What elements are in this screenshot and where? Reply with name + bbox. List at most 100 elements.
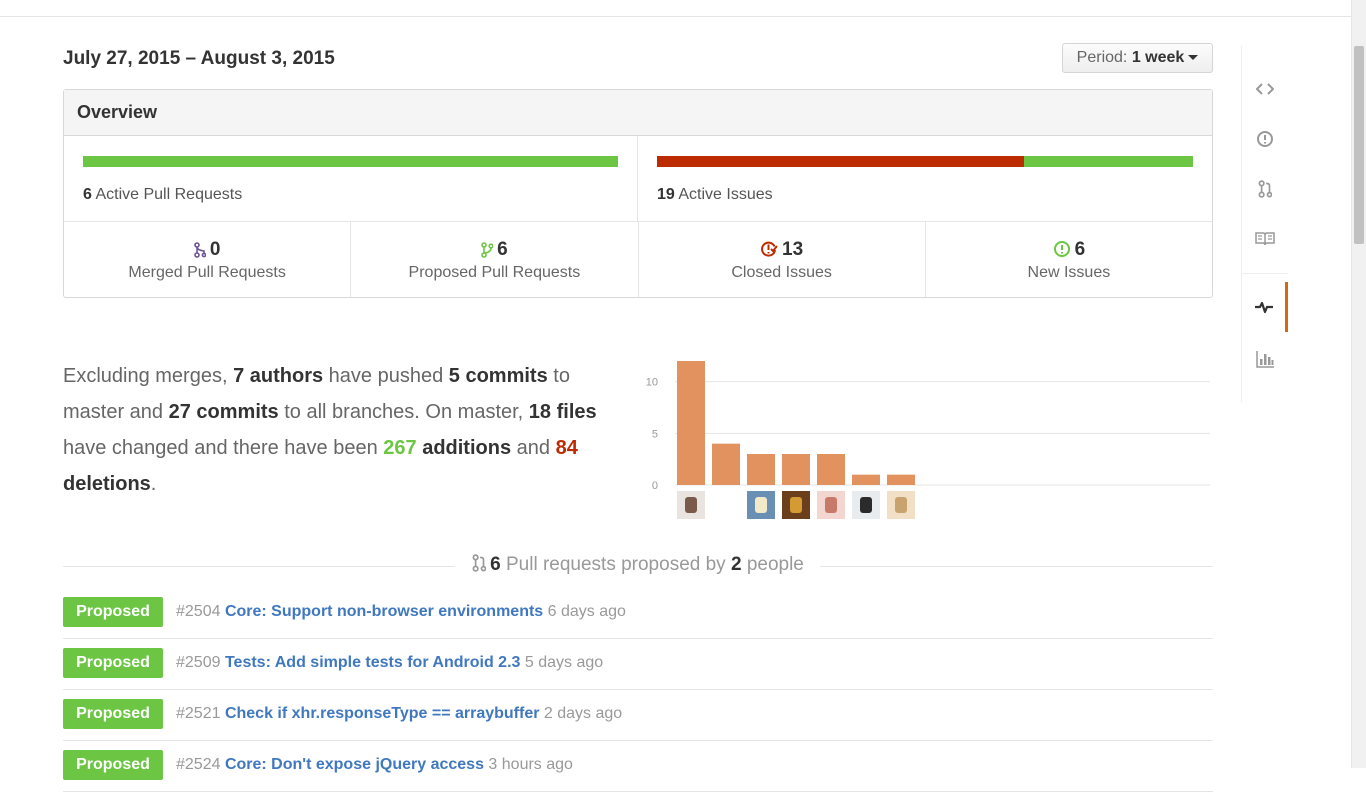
- period-dropdown-button[interactable]: Period: 1 week: [1062, 43, 1213, 73]
- merged-pull-requests-count: 0: [209, 239, 221, 260]
- pull-request-title-link[interactable]: Tests: Add simple tests for Android 2.3: [225, 654, 520, 671]
- new-issues-bar-segment: [1023, 156, 1193, 167]
- pull-request-list: Proposed #2504 Core: Support non-browser…: [63, 588, 1213, 792]
- pull-requests-summary-text: 6 Pull requests proposed by 2 people: [63, 554, 1213, 576]
- author-avatar: [712, 491, 740, 519]
- chart-bar: [817, 454, 845, 485]
- nav-divider: [1242, 273, 1288, 274]
- chart-bar: [712, 443, 740, 485]
- pull-request-time: 2 days ago: [543, 705, 623, 722]
- pull-request-title-link[interactable]: Core: Don't expose jQuery access: [225, 756, 484, 773]
- proposed-pull-requests-count: 6: [497, 239, 508, 260]
- chart-y-tick-label: 5: [652, 428, 658, 440]
- pull-request-time: 5 days ago: [524, 654, 604, 671]
- issue-closed-icon: [761, 241, 778, 257]
- chart-svg: 0 5 10: [646, 361, 1210, 519]
- pull-requests-count: 6: [490, 554, 501, 575]
- pull-requests-summary-label: Pull requests proposed by: [505, 554, 726, 575]
- additions-label: additions: [416, 437, 512, 459]
- new-issues-label: New Issues: [1027, 264, 1111, 281]
- issue-opened-icon: [1257, 131, 1273, 147]
- top-header-bar: [0, 0, 1351, 17]
- period-value: 1 week: [1131, 49, 1185, 66]
- pull-request-title-link[interactable]: Check if xhr.responseType == arraybuffer: [225, 705, 540, 722]
- author-avatar-detail: [895, 497, 907, 513]
- nav-pulse[interactable]: [1242, 282, 1288, 332]
- issues-bar: [657, 156, 1193, 167]
- scrollbar-thumb[interactable]: [1354, 46, 1364, 244]
- pull-request-time: 3 hours ago: [488, 756, 573, 773]
- commits-by-author-chart: 0 5 10: [640, 355, 1215, 525]
- nav-code[interactable]: [1242, 64, 1288, 114]
- closed-issues-count: 13: [782, 239, 804, 260]
- pull-request-row: Proposed #2524 Core: Don't expose jQuery…: [63, 741, 1213, 792]
- summary-text: and: [511, 437, 556, 459]
- authors-count: 7 authors: [233, 365, 324, 387]
- caret-down-icon: [1188, 55, 1199, 61]
- active-pull-requests-count: 6: [83, 186, 92, 203]
- new-issues-stat[interactable]: 6 New Issues: [926, 222, 1212, 297]
- nav-pull-requests[interactable]: [1242, 164, 1288, 214]
- pull-request-time: 6 days ago: [547, 603, 626, 620]
- active-pull-requests-text: Active Pull Requests: [95, 186, 243, 203]
- pull-request-number: #2504: [176, 603, 221, 620]
- scrollbar[interactable]: [1351, 0, 1366, 768]
- pull-request-title-link[interactable]: Core: Support non-browser environments: [225, 603, 543, 620]
- summary-text: have pushed: [323, 365, 449, 387]
- chart-bar: [887, 474, 915, 485]
- chart-bar: [677, 361, 705, 485]
- git-pull-request-icon: [1258, 180, 1272, 198]
- proposed-pull-requests-stat[interactable]: 6 Proposed Pull Requests: [351, 222, 639, 297]
- merged-pull-requests-label: Merged Pull Requests: [128, 264, 286, 281]
- active-issues-label: 19 Active Issues: [657, 186, 773, 204]
- closed-issues-bar-segment: [657, 156, 1024, 167]
- nav-wiki[interactable]: [1242, 214, 1288, 264]
- active-issues-count: 19: [657, 186, 675, 203]
- proposed-pull-requests-label: Proposed Pull Requests: [408, 264, 581, 281]
- summary-text: to all branches. On master,: [278, 401, 529, 423]
- active-issues-summary[interactable]: 19 Active Issues: [638, 136, 1212, 222]
- author-avatar-detail: [860, 497, 872, 513]
- date-range-heading: July 27, 2015 – August 3, 2015: [63, 48, 335, 69]
- pull-request-row: Proposed #2509 Tests: Add simple tests f…: [63, 639, 1213, 690]
- chart-y-tick-label: 0: [652, 480, 658, 492]
- pull-requests-bar: [83, 156, 618, 167]
- git-merge-icon: [194, 242, 207, 258]
- git-pull-request-icon: [472, 554, 487, 572]
- issue-opened-icon: [1053, 241, 1070, 257]
- commit-summary: Excluding merges, 7 authors have pushed …: [63, 358, 623, 502]
- pull-request-row: Proposed #2521 Check if xhr.responseType…: [63, 690, 1213, 741]
- git-pull-request-icon: [481, 242, 494, 258]
- active-issues-text: Active Issues: [678, 186, 773, 203]
- active-pull-requests-summary[interactable]: 6 Active Pull Requests: [64, 136, 638, 222]
- proposed-prs-bar-segment: [83, 156, 618, 167]
- repository-sidebar-nav: [1241, 46, 1288, 402]
- chart-bar: [852, 474, 880, 485]
- author-avatar-detail: [685, 497, 697, 513]
- active-pull-requests-label: 6 Active Pull Requests: [83, 186, 242, 204]
- new-issues-count: 6: [1074, 239, 1086, 260]
- merged-pull-requests-stat[interactable]: 0 Merged Pull Requests: [64, 222, 352, 297]
- code-icon: [1256, 83, 1274, 95]
- pull-request-number: #2521: [176, 705, 221, 722]
- people-label: people: [746, 554, 804, 575]
- graph-icon: [1256, 351, 1274, 368]
- overview-panel: Overview 6 Active Pull Requests 19 Activ…: [63, 89, 1213, 298]
- pull-request-number: #2509: [176, 654, 221, 671]
- people-count: 2: [730, 554, 742, 575]
- chart-bar: [747, 454, 775, 485]
- proposed-badge: Proposed: [63, 597, 163, 627]
- book-icon: [1255, 232, 1275, 246]
- proposed-badge: Proposed: [63, 648, 163, 678]
- closed-issues-stat[interactable]: 13 Closed Issues: [639, 222, 926, 297]
- chart-y-tick-label: 10: [646, 377, 658, 389]
- nav-issues[interactable]: [1242, 114, 1288, 164]
- author-avatar-detail: [790, 497, 802, 513]
- files-changed-count: 18 files: [528, 401, 597, 423]
- deletions-count: 84: [555, 437, 578, 459]
- additions-count: 267: [383, 437, 417, 459]
- nav-graphs[interactable]: [1242, 334, 1288, 384]
- all-branches-commits-count: 27 commits: [168, 401, 279, 423]
- pull-request-row: Proposed #2504 Core: Support non-browser…: [63, 588, 1213, 639]
- proposed-badge: Proposed: [63, 699, 163, 729]
